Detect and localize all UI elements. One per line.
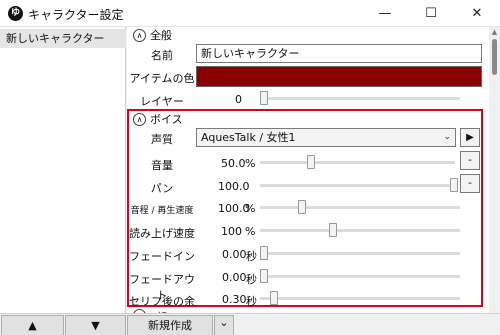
new-options-dropdown[interactable]: ⌄ <box>214 315 234 335</box>
slider-thumb[interactable] <box>329 223 337 237</box>
slider-track <box>260 252 460 255</box>
read-speed-label: 読み上げ速度 <box>129 227 195 240</box>
item-color-label: アイテムの色 <box>129 72 195 85</box>
chevron-up-icon[interactable]: ∧ <box>133 29 146 42</box>
app-logo-icon: ゆ <box>8 6 23 21</box>
slider-thumb[interactable] <box>450 178 458 192</box>
read-speed-slider[interactable] <box>260 223 460 237</box>
window-title: キャラクター設定 <box>28 8 124 22</box>
move-down-button[interactable]: ▼ <box>65 315 126 335</box>
voice-type-select[interactable]: AquesTalk / 女性1 ⌄ <box>196 128 456 147</box>
volume-label: 音量 <box>151 159 173 172</box>
post-speech-margin-value: 0.30 <box>222 293 247 306</box>
slider-thumb[interactable] <box>270 291 278 305</box>
slider-track <box>260 297 460 300</box>
pan-slider[interactable] <box>260 178 458 192</box>
fade-out-value: 0.00 <box>222 271 247 284</box>
voice-header-label: ボイス <box>150 113 183 126</box>
slider-thumb[interactable] <box>260 269 268 283</box>
voice-type-value: AquesTalk / 女性1 <box>201 131 296 144</box>
title-bar: ゆ キャラクター設定 — ☐ ✕ <box>0 0 500 27</box>
pan-label: パン <box>150 182 174 195</box>
character-list: 新しいキャラクター <box>0 27 126 313</box>
post-speech-margin-slider[interactable] <box>260 291 460 305</box>
read-speed-value: 100 <box>221 225 242 238</box>
slider-thumb[interactable] <box>260 91 268 105</box>
chevron-down-icon: ⌄ <box>443 132 451 142</box>
pan-minus-button[interactable]: - <box>460 174 480 193</box>
slider-track <box>260 229 460 232</box>
maximize-button[interactable]: ☐ <box>408 0 454 27</box>
layer-value: 0 <box>235 93 242 106</box>
pitch-speed-label: 音程 / 再生速度 <box>130 206 194 216</box>
fade-out-slider[interactable] <box>260 269 460 283</box>
slider-thumb[interactable] <box>260 246 268 260</box>
minimize-button[interactable]: — <box>362 0 408 27</box>
move-up-button[interactable]: ▲ <box>1 315 64 335</box>
bottom-toolbar: ▲ ▼ 新規作成 ⌄ <box>0 313 500 335</box>
slider-track <box>260 275 460 278</box>
fade-out-unit: 秒 <box>246 273 257 286</box>
voice-section-header[interactable]: ∧ ボイス <box>133 111 183 129</box>
slider-track <box>260 161 455 164</box>
volume-slider[interactable] <box>260 155 455 169</box>
volume-minus-button[interactable]: - <box>460 151 480 170</box>
pitch-speed-unit: % <box>245 202 256 215</box>
vertical-scrollbar[interactable]: ▲ <box>489 27 500 313</box>
layer-label: レイヤー <box>140 95 184 108</box>
read-speed-unit: % <box>245 225 256 238</box>
name-label: 名前 <box>151 49 173 62</box>
slider-track <box>260 206 460 209</box>
layer-slider[interactable] <box>260 91 460 105</box>
pan-value: 100.0 <box>218 180 250 193</box>
name-field[interactable]: 新しいキャラクター <box>196 44 482 63</box>
slider-track <box>260 184 458 187</box>
scroll-up-icon[interactable]: ▲ <box>489 27 500 38</box>
slider-thumb[interactable] <box>307 155 315 169</box>
slider-track <box>260 97 460 100</box>
item-color-swatch[interactable] <box>196 66 482 87</box>
slider-thumb[interactable] <box>298 200 306 214</box>
fade-in-label: フェードイン <box>129 250 195 263</box>
close-button[interactable]: ✕ <box>454 0 500 27</box>
scroll-thumb[interactable] <box>492 39 497 75</box>
chevron-up-icon[interactable]: ∧ <box>133 113 146 126</box>
post-speech-margin-unit: 秒 <box>246 295 257 308</box>
settings-panel: ∧ 全般 名前 新しいキャラクター アイテムの色 レイヤー 0 ∧ ボイス 声質 A… <box>127 27 489 324</box>
list-item[interactable]: 新しいキャラクター <box>0 29 126 48</box>
volume-value: 50.0 <box>221 157 246 170</box>
play-button[interactable]: ▶ <box>460 128 480 147</box>
fade-in-unit: 秒 <box>246 250 257 263</box>
pitch-speed-slider[interactable] <box>260 200 460 214</box>
general-section-header[interactable]: ∧ 全般 <box>133 27 172 45</box>
voice-type-label: 声質 <box>151 133 173 146</box>
fade-in-value: 0.00 <box>222 248 247 261</box>
fade-in-slider[interactable] <box>260 246 460 260</box>
general-header-label: 全般 <box>150 29 172 42</box>
new-character-button[interactable]: 新規作成 <box>127 315 213 335</box>
volume-unit: % <box>245 157 256 170</box>
